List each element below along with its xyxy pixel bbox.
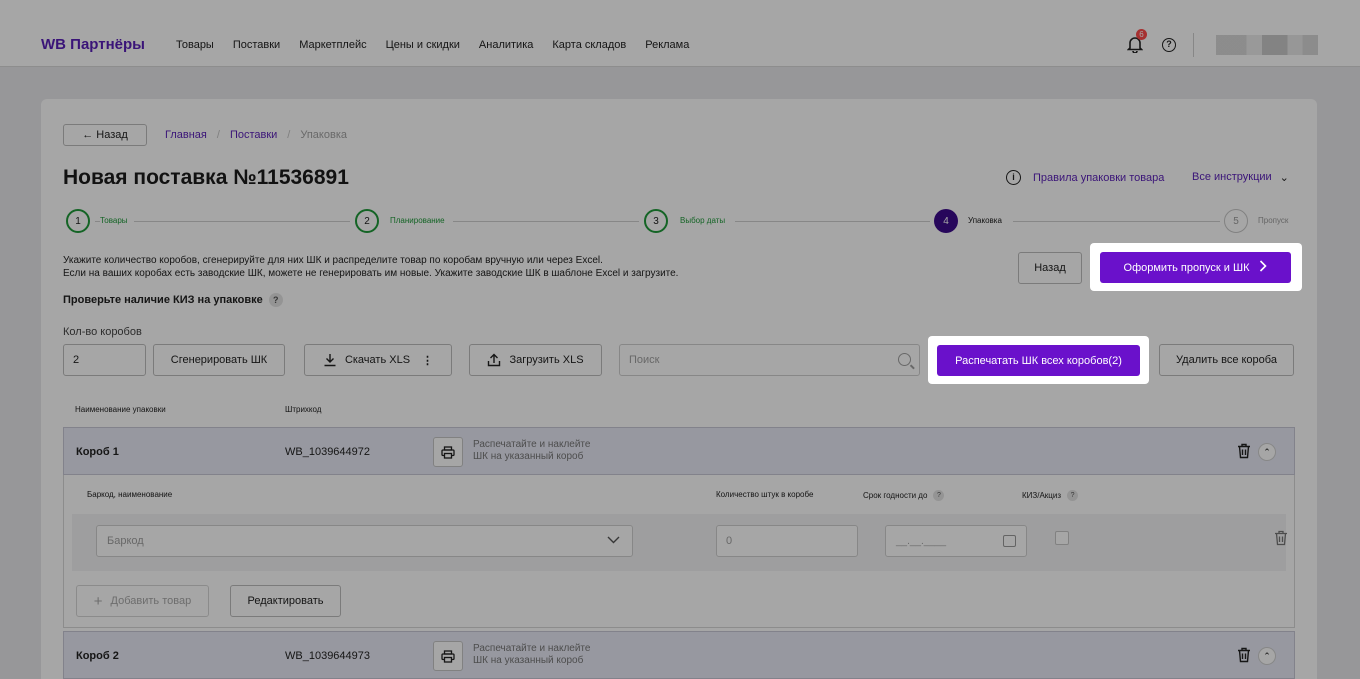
column-header-quantity: Количество штук в коробе	[716, 490, 814, 499]
question-icon[interactable]: ?	[933, 490, 945, 501]
breadcrumb-home[interactable]: Главная	[165, 129, 207, 141]
nav-item-analytics[interactable]: Аналитика	[479, 39, 533, 51]
trash-icon[interactable]	[1237, 647, 1251, 663]
logo[interactable]: WB Партнёры	[41, 36, 145, 53]
info-icon: i	[1006, 170, 1021, 185]
all-instructions-dropdown[interactable]: Все инструкции ⌄	[1192, 171, 1289, 184]
search-icon	[898, 353, 911, 366]
calendar-icon[interactable]	[1003, 535, 1016, 547]
print-hint: Распечатайте и наклейте ШК на указанный …	[473, 643, 591, 666]
chevron-down-icon	[607, 533, 620, 547]
main-nav: Товары Поставки Маркетплейс Цены и скидк…	[176, 39, 708, 51]
kiz-checkbox[interactable]	[1055, 531, 1069, 545]
step-4-label: Упаковка	[968, 216, 1008, 225]
boxes-count-input[interactable]: 2	[63, 344, 146, 376]
nav-item-supplies[interactable]: Поставки	[233, 39, 280, 51]
print-hint: Распечатайте и наклейте ШК на указанный …	[473, 439, 591, 462]
page-title: Новая поставка №11536891	[63, 166, 349, 189]
chevron-up-icon[interactable]: ⌃	[1258, 443, 1276, 461]
upload-xls-button[interactable]: Загрузить XLS	[469, 344, 602, 376]
download-icon	[324, 354, 336, 367]
back-link-button[interactable]: ← Назад	[63, 124, 147, 146]
delete-all-boxes-button[interactable]: Удалить все короба	[1159, 344, 1294, 376]
print-icon[interactable]	[433, 437, 463, 467]
column-header-package-name: Наименование упаковки	[75, 405, 166, 414]
step-3-label: Выбор даты	[680, 216, 732, 225]
trash-icon[interactable]	[1274, 530, 1288, 549]
barcode-select[interactable]: Баркод	[96, 525, 633, 557]
chevron-right-icon	[1259, 260, 1268, 275]
nav-item-prices[interactable]: Цены и скидки	[386, 39, 460, 51]
step-connector	[1013, 221, 1220, 222]
quantity-input[interactable]: 0	[716, 525, 858, 557]
download-xls-button[interactable]: Скачать XLS ⋮	[304, 344, 452, 376]
nav-item-ads[interactable]: Реклама	[645, 39, 689, 51]
help-icon[interactable]: ?	[1162, 38, 1176, 52]
box-name: Короб 1	[76, 446, 119, 458]
expiry-date-input[interactable]: __.__.____	[885, 525, 1027, 557]
generate-barcodes-button[interactable]: Сгенерировать ШК	[153, 344, 285, 376]
submit-pass-and-barcodes-button[interactable]: Оформить пропуск и ШК	[1100, 252, 1291, 283]
user-profile[interactable]	[1216, 35, 1318, 55]
upload-icon	[488, 353, 501, 367]
step-5-label: Пропуск	[1258, 216, 1289, 225]
boxes-count-label: Кол-во коробов	[63, 326, 142, 338]
box-row[interactable]: Короб 2 WB_1039644973 Распечатайте и нак…	[63, 631, 1295, 679]
step-2-label: Планирование	[390, 216, 451, 225]
column-header-barcode: Штрихкод	[285, 405, 322, 414]
box-row[interactable]: Короб 1 WB_1039644972 Распечатайте и нак…	[63, 427, 1295, 475]
packing-instructions: Укажите количество коробов, сгенерируйте…	[63, 255, 679, 279]
breadcrumb: Главная / Поставки / Упаковка	[165, 129, 347, 141]
step-1-indicator: 1	[66, 209, 90, 233]
divider	[1193, 33, 1194, 57]
question-icon[interactable]: ?	[1067, 490, 1079, 501]
nav-item-warehouse-map[interactable]: Карта складов	[552, 39, 626, 51]
column-header-kiz: КИЗ/Акциз?	[1022, 490, 1079, 501]
top-navigation-bar: WB Партнёры Товары Поставки Маркетплейс …	[0, 0, 1360, 67]
search-input[interactable]: Поиск	[619, 344, 920, 376]
add-item-button[interactable]: + Добавить товар	[76, 585, 209, 617]
step-2-indicator: 2	[355, 209, 379, 233]
step-1-label: Товары	[100, 216, 134, 225]
column-header-expiry: Срок годности до?	[863, 490, 945, 501]
step-connector	[173, 221, 343, 222]
print-icon[interactable]	[433, 641, 463, 671]
breadcrumb-current: Упаковка	[300, 129, 347, 141]
edit-button[interactable]: Редактировать	[230, 585, 341, 617]
chevron-up-icon[interactable]: ⌃	[1258, 647, 1276, 665]
kiz-check-note: Проверьте наличие КИЗ на упаковке ?	[63, 293, 283, 307]
step-connector	[453, 221, 639, 222]
box-contents: Баркод, наименование Количество штук в к…	[63, 475, 1295, 628]
column-header-barcode-name: Баркод, наименование	[87, 490, 173, 499]
breadcrumb-supplies[interactable]: Поставки	[230, 129, 277, 141]
step-connector	[735, 221, 930, 222]
trash-icon[interactable]	[1237, 443, 1251, 459]
step-5-indicator: 5	[1224, 209, 1248, 233]
back-button[interactable]: Назад	[1018, 252, 1082, 284]
nav-item-goods[interactable]: Товары	[176, 39, 214, 51]
list-item: Баркод 0 __.__.____	[72, 514, 1288, 571]
notification-badge: 6	[1136, 29, 1147, 40]
box-barcode: WB_1039644973	[285, 650, 371, 662]
packing-rules-link[interactable]: i Правила упаковки товара	[1006, 170, 1164, 185]
step-4-indicator: 4	[934, 209, 958, 233]
nav-item-marketplace[interactable]: Маркетплейс	[299, 39, 366, 51]
print-all-barcodes-button[interactable]: Распечатать ШК всех коробов(2)	[937, 345, 1140, 376]
box-name: Короб 2	[76, 650, 119, 662]
step-3-indicator: 3	[644, 209, 668, 233]
plus-icon: +	[93, 592, 103, 610]
question-icon[interactable]: ?	[268, 293, 283, 307]
chevron-down-icon: ⌄	[1279, 172, 1289, 184]
box-barcode: WB_1039644972	[285, 446, 371, 458]
more-options-icon[interactable]: ⋮	[422, 354, 433, 367]
